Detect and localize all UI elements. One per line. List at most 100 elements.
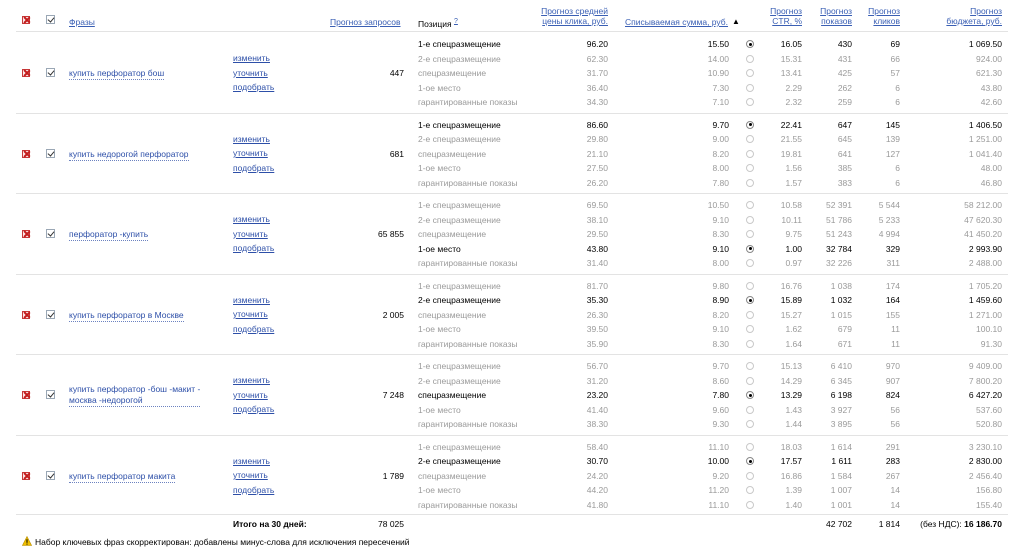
charged-sum-value: 11.10 (708, 441, 729, 452)
col-clicks[interactable]: Прогноз кликов (860, 6, 900, 26)
position-label: 1-ое место (418, 82, 461, 93)
position-radio[interactable] (746, 178, 754, 187)
pick-link[interactable]: подобрать (233, 163, 274, 173)
budget-value: 43.80 (980, 82, 1002, 93)
position-radio[interactable] (746, 325, 754, 333)
pick-link[interactable]: подобрать (233, 324, 274, 334)
position-radio[interactable] (746, 310, 754, 319)
select-all-checkbox[interactable] (46, 15, 55, 24)
select-phrase-checkbox[interactable] (46, 390, 55, 399)
pick-link[interactable]: подобрать (233, 404, 274, 414)
budget-value: 1 459.60 (968, 295, 1002, 305)
budget-value: 1 041.40 (968, 148, 1002, 159)
refine-link[interactable]: уточнить (233, 390, 268, 400)
delete-phrase-checkbox[interactable] (22, 391, 30, 399)
charged-sum-value: 9.60 (712, 404, 729, 415)
position-radio[interactable] (746, 69, 754, 77)
clicks-value: 970 (885, 361, 900, 371)
clicks-value: 174 (885, 280, 900, 291)
shows-value: 52 391 (826, 200, 852, 210)
col-shows[interactable]: Прогноз показов (812, 6, 852, 26)
select-phrase-checkbox[interactable] (46, 148, 55, 158)
col-forecast-queries[interactable]: Прогноз запросов (330, 17, 401, 27)
phrase-link[interactable]: купить перфоратор бош (69, 68, 165, 80)
refine-link[interactable]: уточнить (233, 68, 268, 78)
position-radio[interactable] (746, 486, 754, 494)
position-help-link[interactable]: ? (454, 18, 458, 25)
position-radio[interactable] (746, 420, 754, 428)
change-link[interactable]: изменить (233, 134, 270, 144)
ctr-value: 1.00 (785, 243, 802, 254)
position-radio[interactable] (746, 215, 754, 224)
position-radio[interactable] (746, 457, 754, 465)
clicks-value: 57 (890, 68, 900, 78)
clicks-value: 69 (890, 39, 900, 49)
position-radio[interactable] (746, 259, 754, 267)
position-label: 2-е спецразмещение (418, 214, 501, 225)
select-phrase-checkbox[interactable] (46, 68, 55, 77)
position-radio[interactable] (746, 164, 754, 172)
col-phrases[interactable]: Фразы (69, 17, 95, 27)
position-radio[interactable] (746, 471, 754, 480)
change-link[interactable]: изменить (233, 295, 270, 305)
delete-all-checkbox[interactable] (22, 16, 30, 24)
delete-phrase-checkbox[interactable] (22, 69, 30, 77)
position-radio[interactable] (746, 405, 754, 414)
position-radio[interactable] (746, 500, 754, 509)
sort-asc-icon[interactable]: ▲ (732, 17, 740, 27)
refine-link[interactable]: уточнить (233, 309, 268, 319)
change-link[interactable]: изменить (233, 214, 270, 224)
pick-link[interactable]: подобрать (233, 243, 274, 253)
totals-budget-value: 16 186.70 (964, 519, 1002, 529)
charged-sum-value: 14.00 (707, 53, 729, 64)
phrase-link[interactable]: перфоратор -купить (69, 229, 149, 241)
position-radio[interactable] (746, 362, 754, 370)
change-link[interactable]: изменить (233, 456, 270, 466)
clicks-value: 14 (890, 499, 900, 510)
position-label: 2-е спецразмещение (418, 375, 501, 386)
change-link[interactable]: изменить (233, 375, 270, 385)
col-budget[interactable]: Прогноз бюджета, руб. (930, 6, 1002, 26)
position-radio[interactable] (746, 281, 754, 290)
pick-link[interactable]: подобрать (233, 485, 274, 495)
delete-phrase-checkbox[interactable] (22, 471, 30, 480)
avg-cpc-value: 26.30 (586, 309, 608, 320)
position-radio[interactable] (746, 376, 754, 385)
ctr-value: 14.29 (780, 375, 802, 386)
position-radio[interactable] (746, 98, 754, 106)
position-radio[interactable] (746, 339, 754, 348)
phrase-link[interactable]: купить перфоратор -бош -макит - москва -н… (69, 384, 201, 407)
select-phrase-checkbox[interactable] (46, 229, 55, 238)
select-phrase-checkbox[interactable] (46, 309, 55, 319)
position-radio[interactable] (746, 54, 754, 63)
col-avg-cpc[interactable]: Прогноз средней цены клика, руб. (530, 6, 608, 26)
position-label: 1-е спецразмещение (418, 39, 501, 49)
position-radio[interactable] (746, 149, 754, 158)
phrase-link[interactable]: купить недорогой перфоратор (69, 149, 189, 161)
refine-link[interactable]: уточнить (233, 148, 268, 158)
avg-cpc-value: 29.80 (586, 134, 608, 144)
position-radio[interactable] (746, 391, 754, 399)
phrase-link[interactable]: купить перфоратор макита (69, 471, 176, 483)
pick-link[interactable]: подобрать (233, 82, 274, 92)
delete-phrase-checkbox[interactable] (22, 310, 30, 319)
position-radio[interactable] (746, 230, 754, 238)
phrase-link[interactable]: купить перфоратор в Москве (69, 310, 184, 322)
position-radio[interactable] (746, 40, 754, 48)
select-phrase-checkbox[interactable] (46, 470, 55, 480)
change-link[interactable]: изменить (233, 53, 270, 63)
col-ctr[interactable]: Прогноз CTR, % (760, 6, 802, 26)
position-radio[interactable] (746, 442, 754, 451)
position-radio[interactable] (746, 244, 754, 253)
refine-link[interactable]: уточнить (233, 229, 268, 239)
position-radio[interactable] (746, 83, 754, 92)
position-radio[interactable] (746, 120, 754, 129)
position-radio[interactable] (746, 135, 754, 143)
position-radio[interactable] (746, 201, 754, 209)
refine-link[interactable]: уточнить (233, 470, 268, 480)
clicks-value: 56 (890, 404, 900, 415)
delete-phrase-checkbox[interactable] (22, 230, 30, 238)
delete-phrase-checkbox[interactable] (22, 149, 30, 158)
col-charged-sum[interactable]: Списываемая сумма, руб. (625, 17, 728, 27)
position-radio[interactable] (746, 296, 754, 304)
